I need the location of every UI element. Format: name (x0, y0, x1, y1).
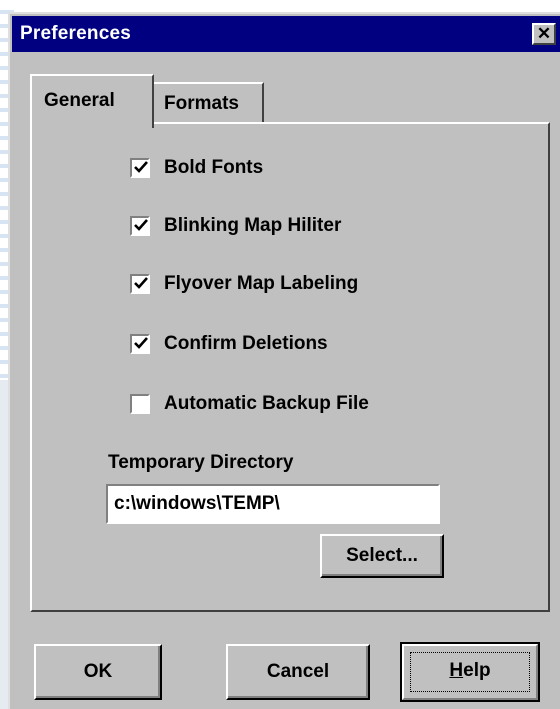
confirm-deletions-label: Confirm Deletions (164, 333, 328, 354)
flyover-map-labeling-label: Flyover Map Labeling (164, 273, 359, 294)
cancel-button[interactable]: Cancel (226, 644, 370, 700)
bold-fonts-checkbox[interactable] (130, 158, 150, 178)
general-tab-panel: Bold Fonts Blinking Map Hiliter Flyover … (30, 122, 550, 612)
checkmark-icon (134, 161, 148, 173)
ok-button[interactable]: OK (34, 644, 162, 700)
automatic-backup-file-label: Automatic Backup File (164, 393, 369, 414)
confirm-deletions-checkbox[interactable] (130, 334, 150, 354)
blinking-map-hiliter-label: Blinking Map Hiliter (164, 215, 342, 236)
bold-fonts-label: Bold Fonts (164, 157, 264, 178)
option-confirm-deletions[interactable]: Confirm Deletions (130, 332, 328, 356)
help-label-rest: elp (463, 660, 491, 681)
option-flyover-map-labeling[interactable]: Flyover Map Labeling (130, 272, 358, 296)
blinking-map-hiliter-checkbox[interactable] (130, 216, 150, 236)
help-mnemonic: H (449, 660, 464, 681)
checkmark-icon (134, 337, 148, 349)
checkmark-icon (134, 277, 148, 289)
tab-formats[interactable]: Formats (152, 82, 264, 124)
close-button[interactable]: ✕ (532, 23, 556, 45)
flyover-map-labeling-checkbox[interactable] (130, 274, 150, 294)
close-icon: ✕ (536, 24, 552, 43)
automatic-backup-file-checkbox[interactable] (130, 394, 150, 414)
help-button-focus-rect: Help (410, 652, 530, 692)
title-bar: Preferences ✕ (12, 16, 560, 52)
dialog-title: Preferences (20, 23, 131, 44)
option-automatic-backup-file[interactable]: Automatic Backup File (130, 392, 369, 416)
help-button[interactable]: Help (400, 642, 540, 702)
tab-general[interactable]: General (30, 74, 154, 128)
tab-general-label: General (44, 90, 115, 111)
tab-formats-label: Formats (164, 93, 239, 114)
option-blinking-map-hiliter[interactable]: Blinking Map Hiliter (130, 214, 341, 238)
option-bold-fonts[interactable]: Bold Fonts (130, 156, 263, 180)
preferences-dialog: Preferences ✕ General Formats Bold Fonts (8, 12, 560, 709)
checkmark-icon (134, 219, 148, 231)
